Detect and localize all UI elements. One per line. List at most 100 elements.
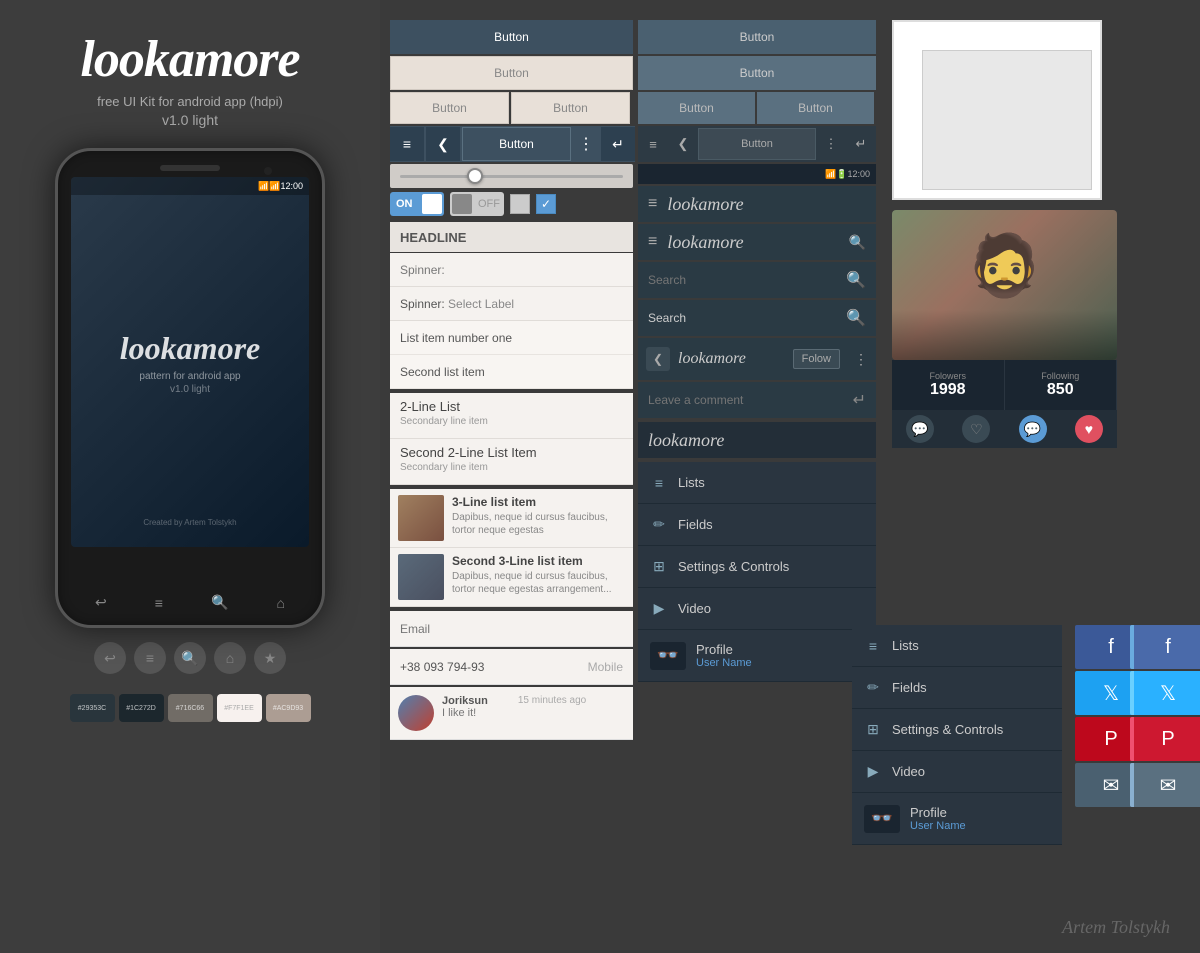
3line-img-2	[398, 554, 444, 600]
dark-share-icon[interactable]: ⋮	[854, 351, 868, 368]
dark-header-menu-icon[interactable]: ≡	[648, 195, 657, 213]
nav2-video-label: Video	[892, 764, 925, 779]
checkbox-unchecked[interactable]	[510, 194, 530, 214]
white-box-inner	[922, 50, 1092, 190]
dark-nav-video[interactable]: ▶ Video	[638, 588, 876, 630]
home-nav-icon[interactable]: ≡	[155, 595, 163, 611]
comment-action-btn[interactable]: 💬	[906, 415, 934, 443]
dark-search-input-1[interactable]	[648, 273, 840, 287]
dark-half-button-2[interactable]: Button	[757, 92, 874, 124]
dark-nav-settings[interactable]: ⊞ Settings & Controls	[638, 546, 876, 588]
phone-label: Mobile	[588, 660, 623, 674]
dark-nav-profile-username: User Name	[696, 657, 752, 669]
dark-profile-logo: lookamore	[678, 350, 785, 368]
dark-nav-fields[interactable]: ✏ Fields	[638, 504, 876, 546]
twitter-icon-2[interactable]: 𝕏	[1130, 671, 1200, 715]
facebook-icon-2[interactable]: f	[1130, 625, 1200, 669]
dark-app-logo-1: lookamore	[667, 194, 866, 215]
dark-comment-send-icon[interactable]: ↵	[853, 390, 866, 410]
dark-nav-profile[interactable]: 👓 Profile User Name	[638, 630, 876, 682]
swatch-icon-3[interactable]: 🔍	[174, 642, 206, 674]
nav2-profile[interactable]: 👓 Profile User Name	[852, 793, 1062, 845]
2line-primary-2: Second 2-Line List Item	[400, 445, 623, 460]
list-item-2[interactable]: Second list item	[390, 355, 633, 389]
dark-search-icon-1[interactable]: 🔍	[846, 270, 866, 290]
profile-img-overlay	[892, 310, 1117, 360]
list-item-3line-2[interactable]: Second 3-Line list item Dapibus, neque i…	[390, 548, 633, 607]
half-button-1[interactable]: Button	[390, 92, 509, 124]
dark-enter-icon[interactable]: ↵	[846, 126, 876, 162]
followers-value: 1998	[930, 381, 966, 399]
phone-speaker	[160, 165, 220, 171]
swatch-icon-2[interactable]: ≡	[134, 642, 166, 674]
dark-follow-button[interactable]: Folow	[793, 349, 840, 369]
comment-time: 15 minutes ago	[518, 695, 586, 707]
3line-secondary-2: Dapibus, neque id cursus faucibus, torto…	[452, 570, 625, 596]
toggle-off[interactable]: OFF	[450, 192, 504, 216]
dark-header-menu-icon-2[interactable]: ≡	[648, 233, 657, 251]
nav2-profile-label: Profile	[910, 805, 966, 820]
following-stat[interactable]: Following 850	[1005, 360, 1118, 410]
dark-half-button-1[interactable]: Button	[638, 92, 755, 124]
list-item-2line-2[interactable]: Second 2-Line List Item Secondary line i…	[390, 439, 633, 485]
toggle-on[interactable]: ON	[390, 192, 444, 216]
spinner-item-2[interactable]: Spinner: Select Label	[390, 287, 633, 321]
back-nav-icon[interactable]: ↩	[95, 594, 107, 611]
nav2-fields[interactable]: ✏ Fields	[852, 667, 1062, 709]
app-logo-text: lookamore	[80, 30, 299, 89]
like-action-btn[interactable]: ♡	[962, 415, 990, 443]
slider-thumb[interactable]	[467, 168, 483, 184]
dark-action-btn[interactable]: Button	[698, 128, 816, 160]
list-item-1[interactable]: List item number one	[390, 321, 633, 355]
dark-profile-back-icon[interactable]: ❮	[646, 347, 670, 371]
social-icon-column-2: f 𝕏 P ✉	[1130, 625, 1200, 807]
wifi-icon: 📶	[258, 181, 269, 192]
nav2-lists[interactable]: ≡ Lists	[852, 625, 1062, 667]
artem-credit: Artem Tolstykh	[1062, 917, 1170, 938]
overflow-icon-light[interactable]: ⋮	[573, 127, 599, 161]
nav2-settings[interactable]: ⊞ Settings & Controls	[852, 709, 1062, 751]
dark-secondary-button[interactable]: Button	[638, 56, 876, 90]
dark-nav-lists[interactable]: ≡ Lists	[638, 462, 876, 504]
following-value: 850	[1047, 381, 1074, 399]
list-item-3line-1[interactable]: 3-Line list item Dapibus, neque id cursu…	[390, 489, 633, 548]
dark-primary-button[interactable]: Button	[638, 20, 876, 54]
dark-search-input-2[interactable]	[648, 311, 840, 325]
primary-button-dark[interactable]: Button	[390, 20, 633, 54]
swatch-icon-4[interactable]: ⌂	[214, 642, 246, 674]
phone-screen: 📶 📶 12:00 lookamore pattern for android …	[71, 177, 309, 547]
apps-nav-icon[interactable]: ⌂	[277, 595, 285, 611]
heart-action-btn[interactable]: ♥	[1075, 415, 1103, 443]
dark-comment-input[interactable]	[648, 393, 847, 407]
dark-back-icon[interactable]: ❮	[668, 126, 698, 162]
pinterest-icon-2[interactable]: P	[1130, 717, 1200, 761]
reply-action-btn[interactable]: 💬	[1019, 415, 1047, 443]
comment-content: Joriksun 15 minutes ago I like it!	[442, 695, 586, 731]
dark-menu-icon[interactable]: ≡	[638, 126, 668, 162]
dark-app-header-1: ≡ lookamore	[638, 186, 876, 222]
swatch-icon-5[interactable]: ★	[254, 642, 286, 674]
checkbox-checked[interactable]: ✓	[536, 194, 556, 214]
swatch-icon-1[interactable]: ↩	[94, 642, 126, 674]
secondary-button-light[interactable]: Button	[390, 56, 633, 90]
nav2-video[interactable]: ▶ Video	[852, 751, 1062, 793]
mail-icon-2[interactable]: ✉	[1130, 763, 1200, 807]
action-bar-button[interactable]: Button	[462, 127, 571, 161]
email-input[interactable]	[400, 622, 623, 636]
enter-icon-light[interactable]: ↵	[601, 127, 635, 161]
middle-panel: Button Button Button Button ≡ ❮ Button ⋮…	[390, 20, 635, 740]
followers-stat[interactable]: Folowers 1998	[892, 360, 1005, 410]
dark-profile-bar: ❮ lookamore Folow ⋮	[638, 338, 876, 380]
dark-overflow-icon[interactable]: ⋮	[816, 126, 846, 162]
back-icon-light[interactable]: ❮	[426, 127, 460, 161]
comment-row: Joriksun 15 minutes ago I like it!	[390, 687, 633, 740]
swatch-dark2: #1C272D	[119, 694, 164, 722]
dark-search-icon-2[interactable]: 🔍	[846, 308, 866, 328]
list-item-2line-1[interactable]: 2-Line List Secondary line item	[390, 393, 633, 439]
menu-icon-light[interactable]: ≡	[390, 127, 424, 161]
spinner-item-1[interactable]: Spinner:	[390, 253, 633, 287]
app-tagline: free UI Kit for android app (hdpi)	[97, 94, 283, 109]
half-button-2[interactable]: Button	[511, 92, 630, 124]
search-nav-icon[interactable]: 🔍	[211, 594, 228, 611]
dark-header-search-icon[interactable]: 🔍	[849, 234, 866, 251]
